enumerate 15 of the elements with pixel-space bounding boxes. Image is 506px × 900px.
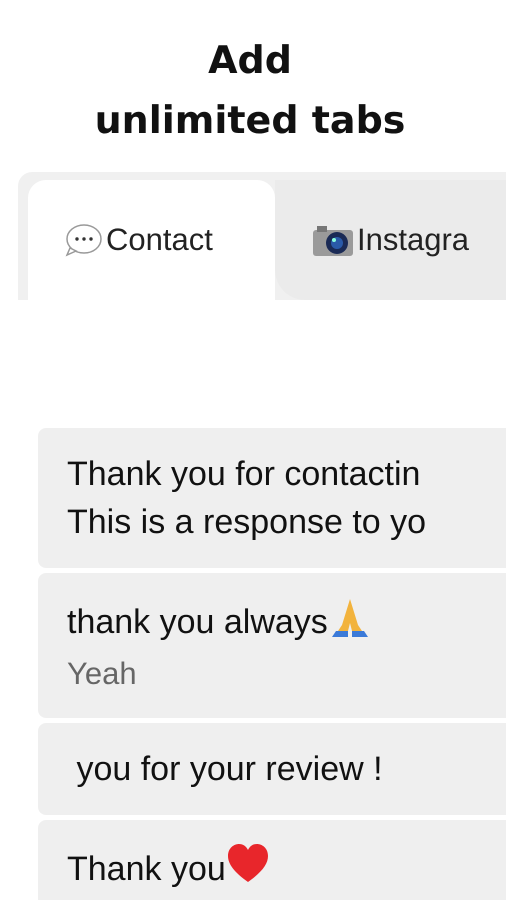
message-text: Thank you for contactin [67, 454, 420, 495]
headline: Add [208, 37, 292, 84]
message-note: Yeah [67, 655, 137, 693]
message-text: This is a response to yo [67, 502, 426, 543]
message-card[interactable]: Thank you [38, 820, 506, 900]
chat-bubble-icon [64, 222, 104, 258]
message-card[interactable]: you for your review ! [38, 723, 506, 815]
message-card[interactable]: thank you always Yeah [38, 573, 506, 718]
message-text: thank you always [67, 602, 328, 643]
headline: unlimited tabs [94, 97, 406, 144]
message-card[interactable]: Thank you for contactin This is a response to yo [38, 428, 506, 568]
message-text: you for your review ! [75, 749, 383, 790]
tab[interactable]: Contact [28, 180, 275, 300]
message-text: Thank you [67, 849, 226, 890]
tab[interactable]: Instagra [275, 180, 506, 300]
